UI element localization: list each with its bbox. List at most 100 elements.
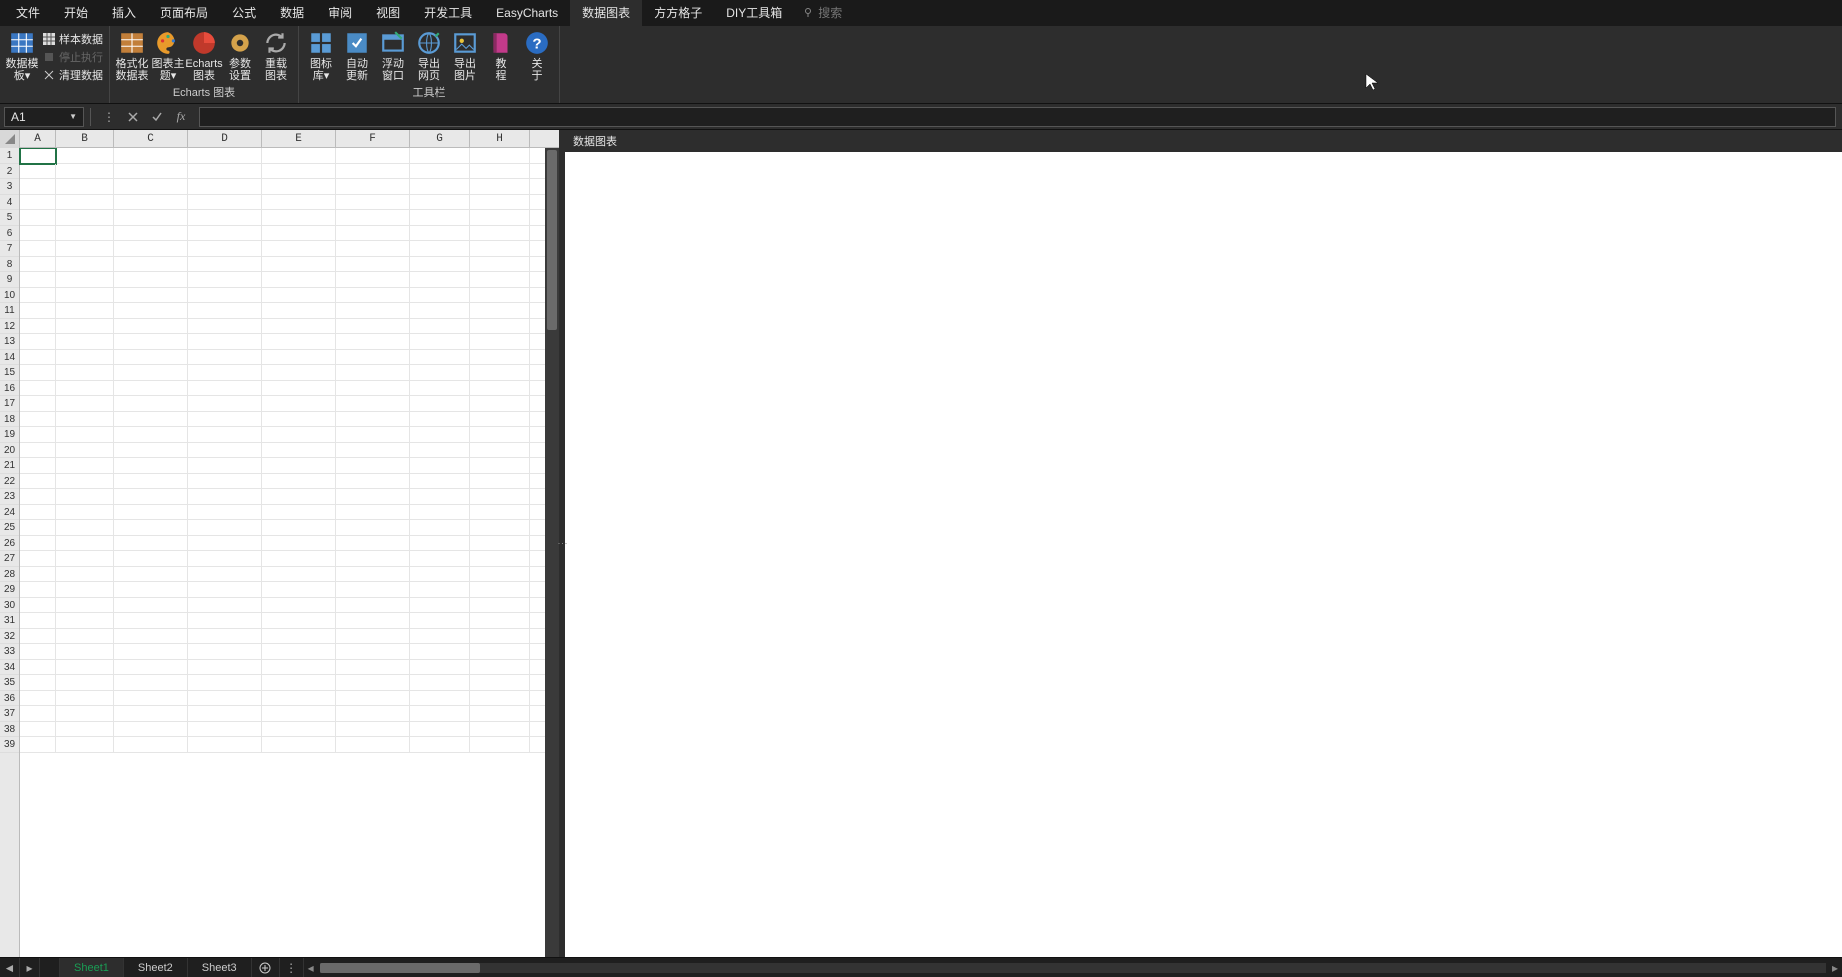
cell[interactable] [410, 257, 470, 273]
tutorial-button[interactable]: 教 程 [483, 28, 519, 82]
cell[interactable] [410, 675, 470, 691]
cell[interactable] [56, 257, 114, 273]
cell[interactable] [470, 319, 530, 335]
cell[interactable] [56, 334, 114, 350]
cell[interactable] [262, 489, 336, 505]
cell[interactable] [410, 148, 470, 164]
cell[interactable] [114, 489, 188, 505]
cell[interactable] [188, 412, 262, 428]
row-header[interactable]: 7 [0, 241, 19, 257]
cell[interactable] [470, 272, 530, 288]
cell[interactable] [114, 319, 188, 335]
cell[interactable] [114, 303, 188, 319]
cell[interactable] [114, 551, 188, 567]
cell[interactable] [470, 598, 530, 614]
cell[interactable] [470, 551, 530, 567]
search-input[interactable] [818, 6, 973, 20]
cell[interactable] [114, 474, 188, 490]
row-header[interactable]: 26 [0, 536, 19, 552]
cell[interactable] [56, 226, 114, 242]
cell[interactable] [114, 629, 188, 645]
cell[interactable] [20, 195, 56, 211]
cell[interactable] [20, 644, 56, 660]
tab-nav-prev[interactable]: ▸ [20, 958, 40, 977]
cell[interactable] [410, 598, 470, 614]
cell[interactable] [20, 691, 56, 707]
cell[interactable] [410, 691, 470, 707]
cell[interactable] [188, 443, 262, 459]
cell[interactable] [336, 334, 410, 350]
cell[interactable] [470, 505, 530, 521]
cell[interactable] [188, 691, 262, 707]
cell[interactable] [410, 489, 470, 505]
cell[interactable] [470, 536, 530, 552]
row-header[interactable]: 29 [0, 582, 19, 598]
tab-nav-first[interactable]: ◄ [0, 958, 20, 977]
cell[interactable] [470, 706, 530, 722]
cell[interactable] [20, 381, 56, 397]
cell[interactable] [262, 629, 336, 645]
menu-file[interactable]: 文件 [4, 0, 52, 26]
cell[interactable] [20, 148, 56, 164]
cell[interactable] [20, 629, 56, 645]
cell[interactable] [114, 443, 188, 459]
menu-devtools[interactable]: 开发工具 [412, 0, 484, 26]
cell[interactable] [56, 365, 114, 381]
menu-insert[interactable]: 插入 [100, 0, 148, 26]
cell[interactable] [336, 241, 410, 257]
cell[interactable] [188, 551, 262, 567]
cell[interactable] [188, 319, 262, 335]
cell[interactable] [470, 381, 530, 397]
cell[interactable] [470, 303, 530, 319]
cell[interactable] [470, 427, 530, 443]
cell[interactable] [336, 365, 410, 381]
cell[interactable] [188, 288, 262, 304]
tab-menu-button[interactable]: ⋮ [280, 958, 304, 977]
cell[interactable] [410, 365, 470, 381]
cell[interactable] [20, 241, 56, 257]
cell[interactable] [188, 675, 262, 691]
cell[interactable] [20, 334, 56, 350]
cell[interactable] [410, 350, 470, 366]
cell[interactable] [188, 148, 262, 164]
cell[interactable] [56, 272, 114, 288]
cell[interactable] [188, 396, 262, 412]
row-header[interactable]: 8 [0, 257, 19, 273]
hscroll-right[interactable]: ▸ [1828, 961, 1842, 975]
cell[interactable] [470, 412, 530, 428]
cell[interactable] [188, 195, 262, 211]
col-header-F[interactable]: F [336, 130, 410, 148]
cell[interactable] [20, 675, 56, 691]
cell[interactable] [336, 412, 410, 428]
menu-home[interactable]: 开始 [52, 0, 100, 26]
row-header[interactable]: 9 [0, 272, 19, 288]
cell[interactable] [470, 691, 530, 707]
pane-splitter[interactable]: ⋮ [559, 130, 565, 957]
cell[interactable] [470, 567, 530, 583]
cell[interactable] [410, 303, 470, 319]
cell[interactable] [410, 644, 470, 660]
cell[interactable] [188, 644, 262, 660]
cell[interactable] [20, 427, 56, 443]
cell[interactable] [262, 691, 336, 707]
menu-data[interactable]: 数据 [268, 0, 316, 26]
cell[interactable] [56, 613, 114, 629]
cell[interactable] [410, 474, 470, 490]
row-header[interactable]: 20 [0, 443, 19, 459]
cell[interactable] [262, 536, 336, 552]
cell[interactable] [336, 303, 410, 319]
cell[interactable] [188, 474, 262, 490]
cell[interactable] [188, 582, 262, 598]
cell[interactable] [188, 598, 262, 614]
cell[interactable] [262, 660, 336, 676]
cell[interactable] [20, 582, 56, 598]
cell[interactable] [56, 551, 114, 567]
cell[interactable] [410, 613, 470, 629]
cell[interactable] [262, 241, 336, 257]
row-header[interactable]: 6 [0, 226, 19, 242]
row-header[interactable]: 32 [0, 629, 19, 645]
cell[interactable] [56, 598, 114, 614]
cell[interactable] [56, 443, 114, 459]
cell[interactable] [20, 474, 56, 490]
cell[interactable] [20, 706, 56, 722]
